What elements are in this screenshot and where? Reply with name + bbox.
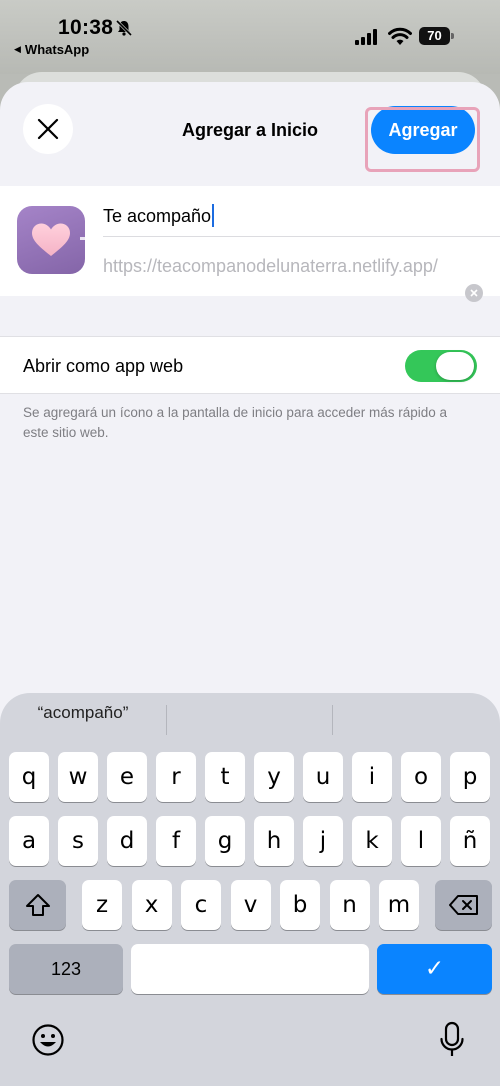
suggestion-divider xyxy=(166,705,167,735)
clear-text-icon[interactable] xyxy=(465,284,483,302)
back-arrow-icon: ◀ xyxy=(14,44,21,54)
key-k[interactable]: k xyxy=(352,816,392,866)
key-q[interactable]: q xyxy=(9,752,49,802)
icon-tick xyxy=(80,237,85,240)
battery-level: 70 xyxy=(427,28,442,43)
key-p[interactable]: p xyxy=(450,752,490,802)
footnote: Se agregará un ícono a la pantalla de in… xyxy=(23,405,448,440)
key-m[interactable]: m xyxy=(379,880,419,930)
backspace-icon xyxy=(448,895,478,915)
field-divider xyxy=(103,236,500,237)
cellular-signal-icon xyxy=(355,29,377,45)
suggestion-acompano[interactable]: “acompaño” xyxy=(0,703,166,723)
key-n[interactable]: n xyxy=(329,880,370,930)
key-s[interactable]: s xyxy=(58,816,98,866)
delete-key[interactable] xyxy=(435,880,492,930)
done-key[interactable]: ✓ xyxy=(377,944,492,994)
x-mark-icon xyxy=(470,289,478,297)
key-v[interactable]: v xyxy=(230,880,271,930)
key-g[interactable]: g xyxy=(205,816,245,866)
key-r[interactable]: r xyxy=(156,752,196,802)
key-z[interactable]: z xyxy=(82,880,122,930)
key-t[interactable]: t xyxy=(205,752,245,802)
key-i[interactable]: i xyxy=(352,752,392,802)
key-w[interactable]: w xyxy=(58,752,98,802)
key-e[interactable]: e xyxy=(107,752,147,802)
heart-icon xyxy=(32,223,70,256)
clock: 10:38 xyxy=(58,16,114,39)
web-app-toggle-row: Abrir como app web xyxy=(0,336,500,394)
back-to-app-link[interactable]: ◀ WhatsApp xyxy=(14,42,89,57)
key-a[interactable]: a xyxy=(9,816,49,866)
text-cursor xyxy=(212,204,215,227)
microphone-icon[interactable] xyxy=(439,1021,465,1059)
suggestion-divider xyxy=(332,705,333,735)
shortcut-name-input[interactable]: Te acompaño xyxy=(103,200,483,240)
shortcut-name-value: Te acompaño xyxy=(103,206,212,226)
wifi-icon xyxy=(388,27,412,45)
key-x[interactable]: x xyxy=(131,880,172,930)
key-l[interactable]: l xyxy=(401,816,441,866)
shift-icon xyxy=(25,894,50,916)
key-h[interactable]: h xyxy=(254,816,294,866)
key-u[interactable]: u xyxy=(303,752,343,802)
key-b[interactable]: b xyxy=(280,880,320,930)
web-app-toggle-label: Abrir como app web xyxy=(23,356,184,376)
key-ñ[interactable]: ñ xyxy=(450,816,490,866)
battery-icon: 70 xyxy=(419,27,454,45)
bell-muted-icon xyxy=(115,19,133,37)
key-y[interactable]: y xyxy=(254,752,294,802)
space-key[interactable] xyxy=(131,944,369,994)
back-app-label: WhatsApp xyxy=(24,42,90,57)
status-bar: 10:38 ◀ WhatsApp 70 xyxy=(0,0,500,74)
numbers-key[interactable]: 123 xyxy=(9,944,123,994)
open-as-web-app-toggle[interactable] xyxy=(405,350,477,382)
add-button-highlight xyxy=(365,107,480,172)
shortcut-name-card: Te acompaño xyxy=(0,186,500,302)
shift-key[interactable] xyxy=(9,880,66,930)
key-d[interactable]: d xyxy=(107,816,147,866)
keyboard: “acompaño” qwertyuiop asdfghjklñ zxcvbnm… xyxy=(0,693,500,1086)
key-o[interactable]: o xyxy=(401,752,441,802)
web-app-icon xyxy=(17,206,85,274)
toggle-knob xyxy=(436,352,474,380)
key-f[interactable]: f xyxy=(156,816,196,866)
emoji-icon[interactable] xyxy=(31,1023,65,1057)
site-url: https://teacompanodelunaterra.netlify.ap… xyxy=(103,256,438,276)
key-j[interactable]: j xyxy=(303,816,343,866)
key-c[interactable]: c xyxy=(181,880,221,930)
